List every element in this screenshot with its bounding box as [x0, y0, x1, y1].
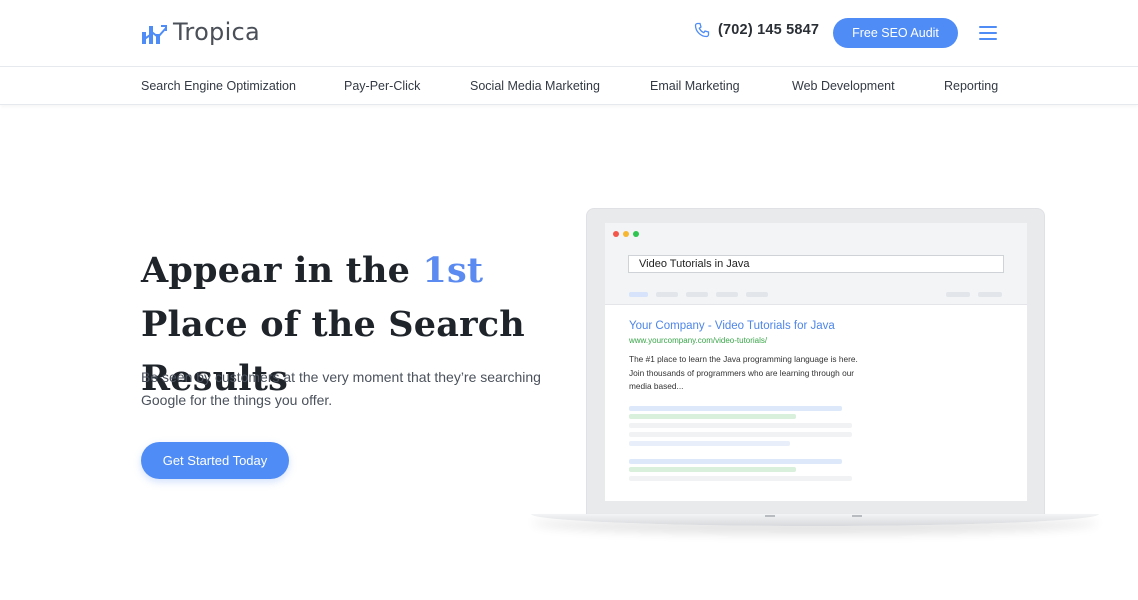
nav-item-seo[interactable]: Search Engine Optimization	[141, 79, 296, 93]
nav-item-social-media[interactable]: Social Media Marketing	[470, 79, 600, 93]
placeholder-line	[629, 414, 796, 419]
mock-tab	[629, 292, 648, 297]
placeholder-line	[629, 406, 842, 411]
phone-contact[interactable]: (702) 145 5847	[694, 22, 819, 38]
laptop-base	[531, 514, 1099, 526]
mock-tab	[686, 292, 708, 297]
site-header: Tropica (702) 145 5847 Free SEO Audit	[0, 0, 1138, 67]
mock-result-description: The #1 place to learn the Java programmi…	[629, 354, 858, 391]
placeholder-line	[629, 441, 790, 446]
laptop-screen: Video Tutorials in Java Your Company - V…	[605, 223, 1027, 501]
main-nav: Search Engine Optimization Pay-Per-Click…	[0, 67, 1138, 105]
nav-item-ppc[interactable]: Pay-Per-Click	[344, 79, 420, 93]
hero-subtitle: Be seen by customers at the very moment …	[141, 369, 541, 408]
mock-tab	[656, 292, 678, 297]
mock-tab	[946, 292, 970, 297]
mock-search-input: Video Tutorials in Java	[628, 255, 1004, 273]
maximize-dot-icon	[633, 231, 639, 237]
minimize-dot-icon	[623, 231, 629, 237]
browser-toolbar: Video Tutorials in Java	[605, 223, 1027, 283]
mock-tab	[746, 292, 768, 297]
phone-number[interactable]: (702) 145 5847	[718, 22, 819, 38]
hamburger-menu-icon[interactable]	[979, 26, 997, 40]
nav-item-reporting[interactable]: Reporting	[944, 79, 998, 93]
mock-tab	[978, 292, 1002, 297]
free-seo-audit-button[interactable]: Free SEO Audit	[833, 18, 958, 48]
nav-item-web-development[interactable]: Web Development	[792, 79, 895, 93]
placeholder-line	[629, 459, 842, 464]
laptop-hinge	[765, 515, 775, 517]
hero-title-highlight: 1st	[422, 250, 484, 291]
phone-icon	[694, 22, 710, 38]
placeholder-line	[629, 423, 852, 428]
logo-icon	[142, 25, 167, 44]
brand-name: Tropica	[173, 18, 261, 46]
mock-tab-strip	[605, 283, 1027, 305]
close-dot-icon	[613, 231, 619, 237]
mock-result-title: Your Company - Video Tutorials for Java	[629, 320, 835, 332]
laptop-hinge	[852, 515, 862, 517]
placeholder-line	[629, 467, 796, 472]
get-started-button[interactable]: Get Started Today	[141, 442, 289, 479]
hero-title-part1: Appear in the	[141, 250, 423, 291]
mock-tab	[716, 292, 738, 297]
nav-item-email-marketing[interactable]: Email Marketing	[650, 79, 740, 93]
placeholder-line	[629, 476, 852, 481]
mock-result-url: www.yourcompany.com/video-tutorials/	[629, 336, 768, 345]
brand-logo[interactable]: Tropica	[141, 18, 260, 46]
placeholder-line	[629, 432, 852, 437]
